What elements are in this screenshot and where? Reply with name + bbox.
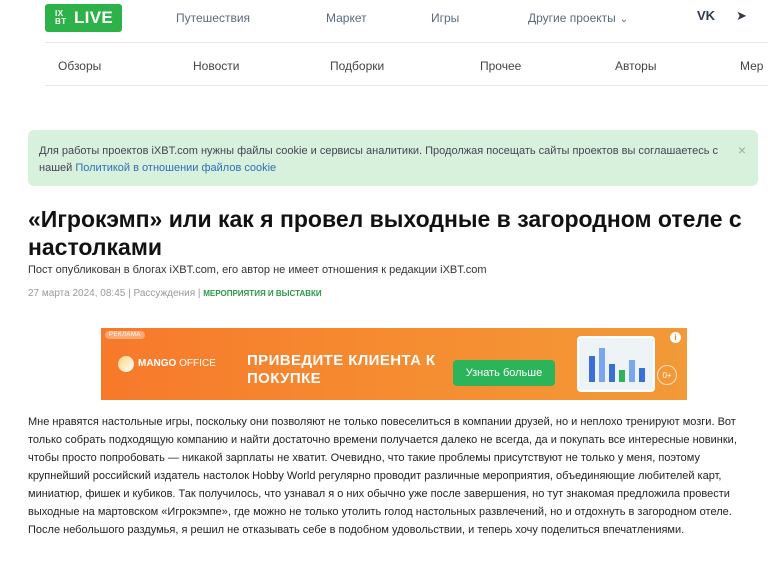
secnav-selections[interactable]: Подборки	[330, 59, 384, 73]
illustration-bar	[639, 368, 645, 382]
illustration-bar	[589, 356, 595, 382]
site-logo[interactable]: IX BT LIVE	[45, 4, 122, 32]
article-tag-link[interactable]: Мероприятия и выставки	[203, 289, 321, 298]
cookie-policy-link[interactable]: Политикой в отношении файлов cookie	[75, 162, 276, 174]
article-category-link[interactable]: Рассуждения	[133, 288, 195, 299]
telegram-icon[interactable]: ➤	[736, 8, 747, 24]
chevron-down-icon: ⌄	[619, 14, 629, 25]
ad-label-badge: РЕКЛАМА	[105, 331, 145, 339]
ad-brand-bold: MANGO	[138, 358, 177, 369]
logo-ixbt-mark: IX BT	[55, 9, 67, 26]
article-meta: 27 марта 2024, 08:45 | Рассуждения | Мер…	[28, 288, 322, 299]
top-header: IX BT LIVE Путешествия Маркет Игры Други…	[0, 0, 768, 40]
logo-live-text: LIVE	[74, 8, 113, 27]
cookie-notice: Для работы проектов iXBT.com нужны файлы…	[28, 130, 758, 186]
article-title: «Игрокэмп» или как я провел выходные в з…	[28, 206, 742, 260]
vk-icon[interactable]: VK	[697, 8, 715, 23]
topnav-travel[interactable]: Путешествия	[176, 11, 250, 25]
topnav-market[interactable]: Маркет	[326, 11, 367, 25]
ad-learn-more-button[interactable]: Узнать больше	[453, 360, 555, 386]
nav-divider	[45, 85, 768, 86]
topnav-other-projects[interactable]: Другие проекты ⌄	[528, 11, 628, 25]
ad-banner[interactable]: РЕКЛАМА MANGO OFFICE ПРИВЕДИТЕ КЛИЕНТА К…	[101, 328, 687, 400]
ad-brand-name: MANGO OFFICE	[138, 358, 216, 369]
illustration-bar	[609, 364, 615, 382]
info-icon[interactable]: i	[670, 332, 681, 343]
secnav-events[interactable]: Мер	[740, 59, 763, 73]
laptop-chart-illustration	[577, 336, 655, 392]
age-rating-badge: 0+	[657, 365, 677, 385]
topnav-games[interactable]: Игры	[431, 11, 459, 25]
article-date: 27 марта 2024, 08:45	[28, 288, 126, 299]
topnav-other-projects-label: Другие проекты	[528, 11, 616, 25]
secnav-reviews[interactable]: Обзоры	[58, 59, 101, 73]
illustration-bar	[629, 360, 635, 382]
ad-brand-rest: OFFICE	[176, 358, 216, 369]
secnav-other[interactable]: Прочее	[480, 59, 521, 73]
illustration-bar	[599, 348, 605, 382]
header-divider	[45, 42, 768, 43]
article-byline: Пост опубликован в блогах iXBT.com, его …	[28, 264, 487, 276]
illustration-bar	[619, 370, 625, 382]
article-paragraph: Мне нравятся настольные игры, поскольку …	[28, 416, 737, 536]
mango-logo-icon	[118, 356, 134, 372]
close-icon[interactable]: ×	[738, 142, 746, 159]
ad-headline: ПРИВЕДИТЕ КЛИЕНТА К ПОКУПКЕ	[247, 352, 436, 387]
secnav-authors[interactable]: Авторы	[615, 59, 656, 73]
secnav-news[interactable]: Новости	[193, 59, 239, 73]
